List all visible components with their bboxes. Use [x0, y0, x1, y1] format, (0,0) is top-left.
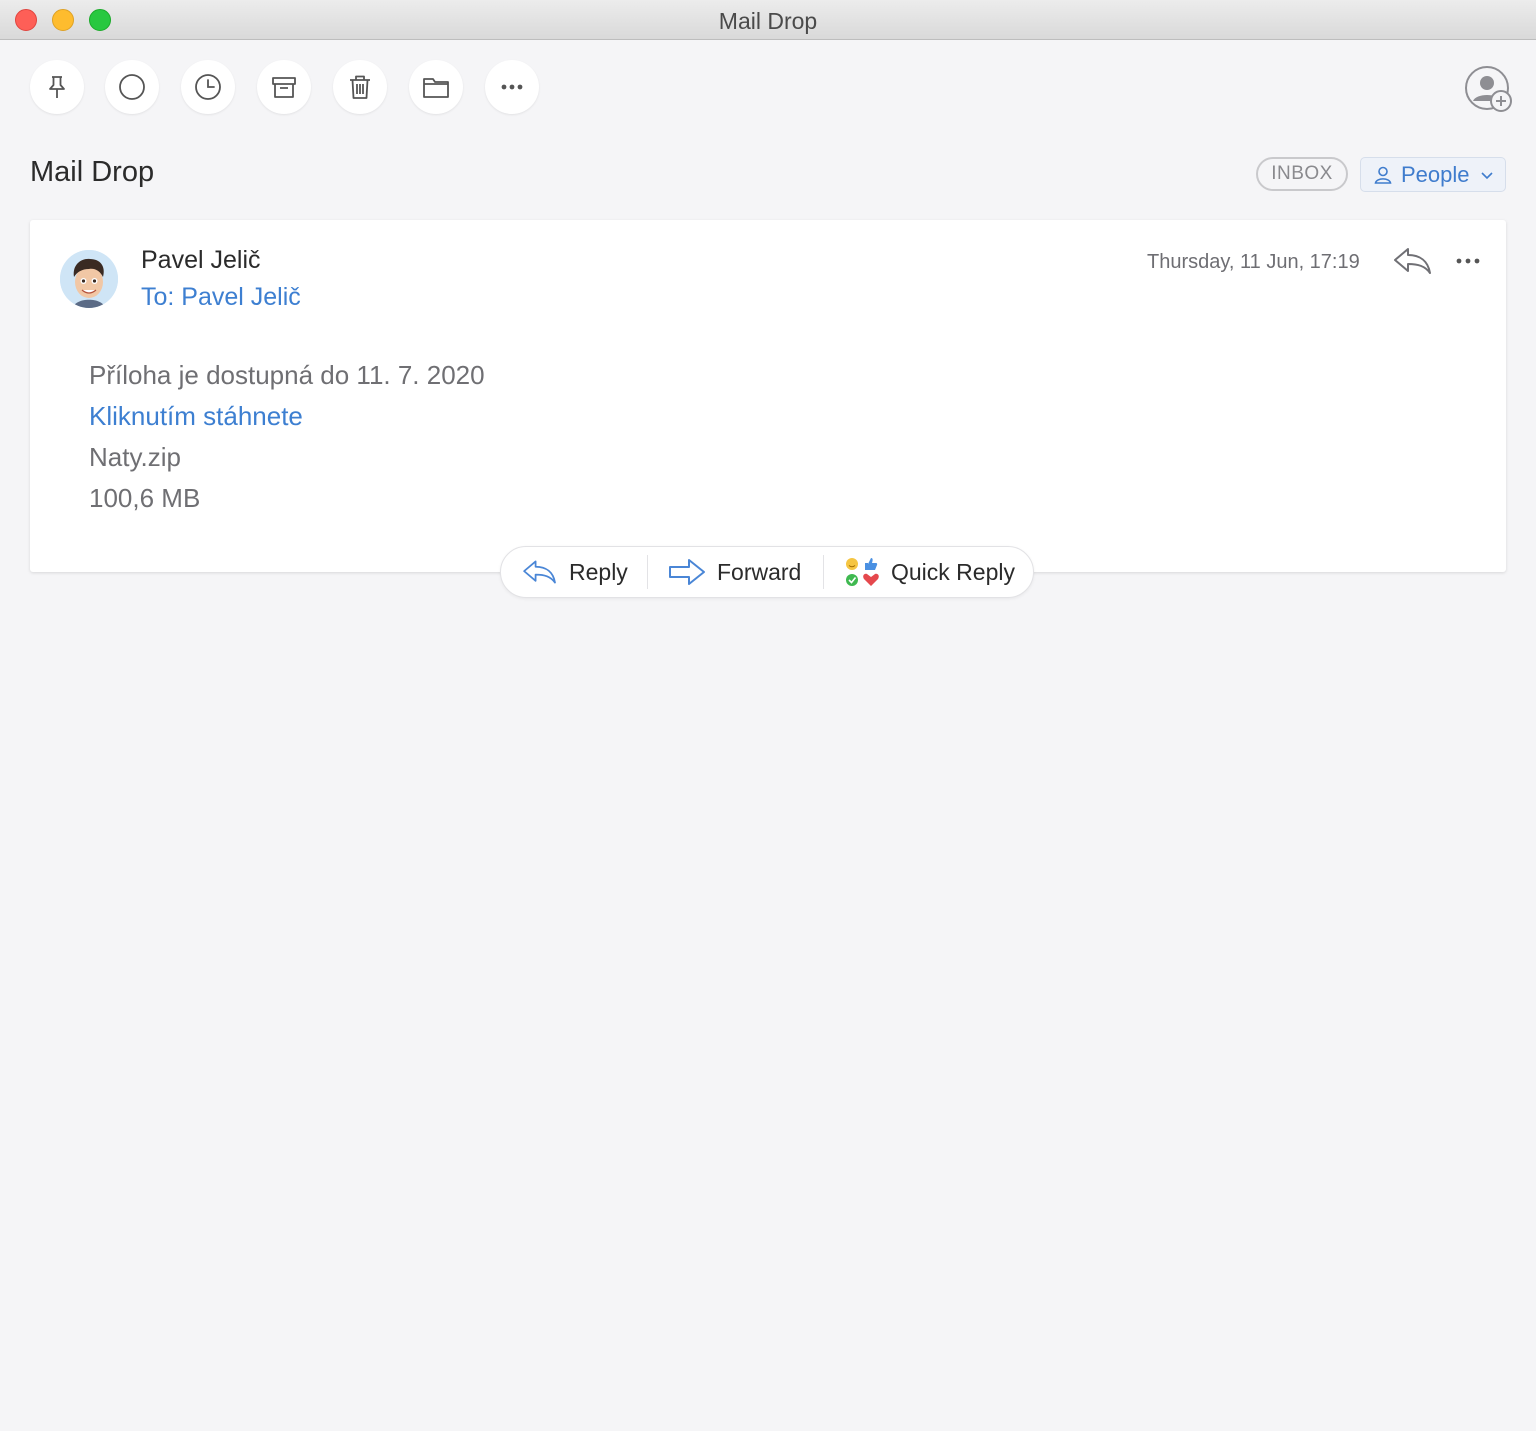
ellipsis-icon [501, 84, 523, 90]
chevron-down-icon [1480, 171, 1493, 179]
delete-button[interactable] [333, 60, 387, 114]
snooze-button[interactable] [181, 60, 235, 114]
person-icon [1374, 166, 1392, 184]
circle-icon [119, 74, 145, 100]
reply-label: Reply [569, 558, 628, 585]
window-title: Mail Drop [718, 8, 818, 34]
pin-button[interactable] [30, 60, 84, 114]
title-bar: Mail Drop [0, 0, 1536, 40]
message-date: Thursday, 11 Jun, 17:19 [1147, 251, 1360, 273]
add-account-icon[interactable] [1462, 63, 1514, 115]
recipient[interactable]: To: Pavel Jelič [141, 283, 301, 312]
archive-button[interactable] [257, 60, 311, 114]
message-card: Pavel Jelič To: Pavel Jelič Thursday, 11… [30, 220, 1506, 572]
more-button[interactable] [485, 60, 539, 114]
folder-icon [423, 78, 449, 98]
quick-reply-button[interactable]: Quick Reply [841, 547, 1015, 597]
sender-name[interactable]: Pavel Jelič [141, 246, 261, 275]
reply-icon[interactable] [1392, 244, 1434, 278]
reply-button[interactable]: Reply [521, 547, 628, 597]
forward-label: Forward [717, 558, 802, 585]
page-title: Mail Drop [30, 156, 155, 188]
attachment-file-name: Naty.zip [89, 442, 181, 472]
people-label: People [1401, 161, 1470, 187]
inbox-badge[interactable]: INBOX [1256, 157, 1348, 191]
message-actions: Reply Forward Quick Reply [500, 546, 1034, 598]
divider [647, 555, 648, 589]
attachment-availability: Příloha je dostupná do 11. 7. 2020 [89, 360, 485, 390]
divider [823, 555, 824, 589]
archive-icon [272, 77, 296, 98]
ellipsis-icon[interactable] [1453, 250, 1485, 272]
quick-reply-label: Quick Reply [891, 558, 1015, 585]
forward-button[interactable]: Forward [667, 547, 801, 597]
download-link[interactable]: Kliknutím stáhnete [89, 401, 303, 432]
avatar [60, 250, 118, 308]
forward-icon [669, 559, 705, 585]
mark-read-button[interactable] [105, 60, 159, 114]
move-button[interactable] [409, 60, 463, 114]
quick-reply-emoji-icon [846, 558, 879, 586]
attachment-file-size: 100,6 MB [89, 483, 201, 513]
people-filter-button[interactable]: People [1360, 157, 1506, 192]
clock-icon [195, 74, 221, 100]
trash-icon [350, 75, 370, 99]
pin-icon [49, 76, 65, 98]
reply-icon [523, 560, 556, 584]
